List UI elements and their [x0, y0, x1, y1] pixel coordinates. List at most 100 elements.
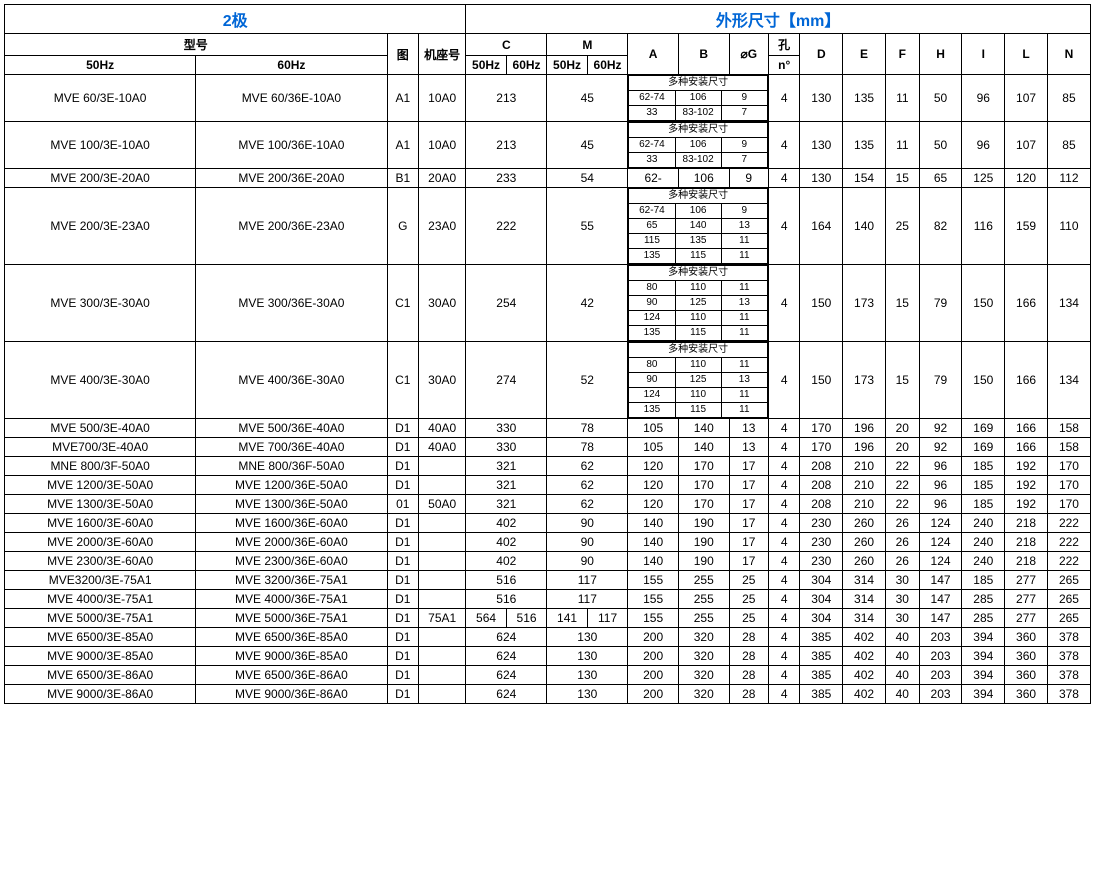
table-cell: 624 [466, 685, 547, 704]
table-cell: 147 [919, 609, 962, 628]
header-model: 型号 [5, 34, 388, 56]
header-60hz: 60Hz [196, 56, 387, 75]
table-cell: 170 [678, 457, 729, 476]
table-cell: 360 [1005, 628, 1048, 647]
table-cell: 78 [547, 419, 628, 438]
table-cell: 11 [885, 122, 919, 169]
table-cell: 140 [678, 419, 729, 438]
table-cell: 378 [1047, 666, 1090, 685]
table-cell: 155 [628, 609, 679, 628]
table-cell [419, 647, 466, 666]
table-cell: MVE 100/36E-10A0 [196, 122, 387, 169]
table-cell: 150 [800, 265, 843, 342]
table-cell: 190 [678, 514, 729, 533]
table-cell: MVE700/3E-40A0 [5, 438, 196, 457]
table-cell: 90 [547, 533, 628, 552]
table-cell: 173 [843, 342, 886, 419]
table-cell: MVE 9000/3E-86A0 [5, 685, 196, 704]
table-cell: 394 [962, 628, 1005, 647]
table-cell: 330 [466, 438, 547, 457]
multi-install-value: 11 [721, 281, 767, 296]
table-row: MVE 60/3E-10A0MVE 60/36E-10A0A110A021345… [5, 75, 1091, 122]
table-cell: 26 [885, 552, 919, 571]
table-cell: 230 [800, 552, 843, 571]
table-cell: 190 [678, 533, 729, 552]
table-cell: MVE 9000/3E-85A0 [5, 647, 196, 666]
multi-install-value: 11 [721, 326, 767, 341]
table-row: MVE 9000/3E-86A0MVE 9000/36E-86A0D162413… [5, 685, 1091, 704]
table-cell: MNE 800/3F-50A0 [5, 457, 196, 476]
table-cell: MVE 6500/3E-86A0 [5, 666, 196, 685]
table-cell: 320 [678, 647, 729, 666]
table-cell: MVE 5000/36E-75A1 [196, 609, 387, 628]
table-cell: 15 [885, 265, 919, 342]
table-cell: 402 [843, 666, 886, 685]
table-row: MNE 800/3F-50A0MNE 800/36F-50A0D13216212… [5, 457, 1091, 476]
table-cell: 4 [768, 685, 800, 704]
table-row: MVE 1600/3E-60A0MVE 1600/36E-60A0D140290… [5, 514, 1091, 533]
multi-install-value: 106 [675, 204, 721, 219]
table-cell: 200 [628, 685, 679, 704]
header-jizuohao: 机座号 [419, 34, 466, 75]
table-cell: 22 [885, 476, 919, 495]
table-cell: 159 [1005, 188, 1048, 265]
table-row: MVE 1200/3E-50A0MVE 1200/36E-50A0D132162… [5, 476, 1091, 495]
table-cell: MVE 4000/36E-75A1 [196, 590, 387, 609]
table-cell: 170 [1047, 457, 1090, 476]
table-cell: MVE 3200/36E-75A1 [196, 571, 387, 590]
table-row: MVE 1300/3E-50A0MVE 1300/36E-50A00150A03… [5, 495, 1091, 514]
table-cell: D1 [387, 419, 419, 438]
table-cell: 230 [800, 533, 843, 552]
table-cell: 222 [1047, 533, 1090, 552]
table-cell: 141 [547, 609, 588, 628]
table-cell: 4 [768, 647, 800, 666]
table-cell: 402 [843, 685, 886, 704]
table-cell: 624 [466, 647, 547, 666]
table-cell: 140 [628, 533, 679, 552]
multi-install-cell: 多种安装尺寸801101190125131241101113511511 [628, 342, 769, 419]
table-cell: 218 [1005, 533, 1048, 552]
table-cell: 62- [628, 169, 679, 188]
multi-install-value: 124 [629, 388, 675, 403]
table-cell: 130 [800, 169, 843, 188]
table-cell: 107 [1005, 75, 1048, 122]
table-cell: 92 [919, 438, 962, 457]
table-cell: D1 [387, 590, 419, 609]
table-cell: 158 [1047, 419, 1090, 438]
table-cell: 274 [466, 342, 547, 419]
multi-install-value: 11 [721, 358, 767, 373]
table-cell: 30 [885, 590, 919, 609]
table-cell: 150 [800, 342, 843, 419]
table-cell: 4 [768, 609, 800, 628]
table-row: MVE 2000/3E-60A0MVE 2000/36E-60A0D140290… [5, 533, 1091, 552]
table-cell: 218 [1005, 552, 1048, 571]
table-row: MVE 6500/3E-85A0MVE 6500/36E-85A0D162413… [5, 628, 1091, 647]
table-cell [419, 628, 466, 647]
table-cell: MVE 9000/36E-86A0 [196, 685, 387, 704]
table-cell: 155 [628, 590, 679, 609]
multi-install-value: 33 [629, 153, 675, 168]
multi-install-title: 多种安装尺寸 [629, 123, 768, 138]
table-cell: 385 [800, 647, 843, 666]
multi-install-value: 135 [629, 249, 675, 264]
table-cell: 15 [885, 169, 919, 188]
table-cell: 385 [800, 628, 843, 647]
table-cell: 130 [547, 685, 628, 704]
table-cell: 90 [547, 514, 628, 533]
table-cell: 4 [768, 438, 800, 457]
table-cell: MVE 1200/36E-50A0 [196, 476, 387, 495]
table-cell: 134 [1047, 265, 1090, 342]
table-cell: 120 [1005, 169, 1048, 188]
table-cell: 222 [466, 188, 547, 265]
multi-install-value: 135 [629, 326, 675, 341]
header-E: E [843, 34, 886, 75]
header-B: B [678, 34, 729, 75]
table-body: MVE 60/3E-10A0MVE 60/36E-10A0A110A021345… [5, 75, 1091, 704]
table-cell: 158 [1047, 438, 1090, 457]
table-cell: 304 [800, 571, 843, 590]
table-cell: 130 [547, 647, 628, 666]
multi-install-title: 多种安装尺寸 [629, 266, 768, 281]
table-cell: 4 [768, 590, 800, 609]
multi-install-title: 多种安装尺寸 [629, 189, 768, 204]
multi-install-value: 90 [629, 373, 675, 388]
